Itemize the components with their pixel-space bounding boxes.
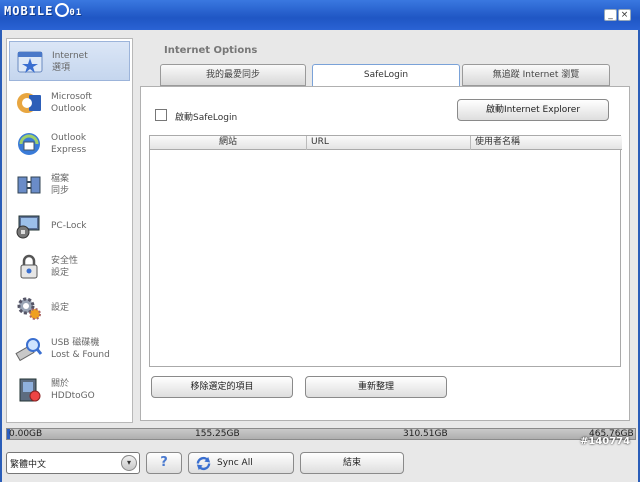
sidebar-item-label: Microsoft — [51, 92, 92, 102]
close-button[interactable]: × — [618, 9, 631, 21]
security-lock-icon — [20, 254, 38, 279]
sync-arrows-icon — [196, 456, 211, 471]
storage-usage-bar: 0.00GB 155.25GB 310.51GB 465.76GB — [6, 428, 636, 440]
language-value: 繁體中文 — [10, 460, 47, 470]
internet-star-icon — [17, 51, 43, 73]
launch-ie-button[interactable]: 啟動Internet Explorer — [457, 99, 609, 121]
sidebar-item-label: 關於 — [51, 379, 70, 389]
sidebar: Internet 選項 Microsoft Outlook Outlook Ex… — [6, 38, 133, 423]
settings-gear-icon — [17, 297, 41, 320]
sidebar-item-label: Express — [51, 145, 87, 155]
tab-private-browsing[interactable]: 無追蹤 Internet 瀏覽 — [462, 64, 610, 86]
help-icon: ? — [160, 455, 168, 470]
sync-all-button[interactable]: Sync All — [188, 452, 294, 474]
file-sync-icon — [17, 176, 41, 194]
main-window: Internet 選項 Microsoft Outlook Outlook Ex… — [0, 30, 640, 482]
sidebar-item-label: HDDtoGO — [51, 391, 95, 401]
outlook-express-icon — [18, 133, 40, 155]
logo-text: MOBILE — [4, 4, 54, 18]
image-watermark: #140774 — [580, 436, 631, 447]
sidebar-item-security[interactable]: 安全性 設定 — [9, 247, 130, 287]
sidebar-item-label: 同步 — [51, 186, 70, 196]
sidebar-item-usb-lost-found[interactable]: USB 磁碟機 Lost & Found — [9, 329, 130, 369]
sidebar-item-about[interactable]: 關於 HDDtoGO — [9, 370, 130, 410]
sidebar-item-label: Outlook — [51, 104, 87, 114]
sidebar-item-label: PC-Lock — [51, 221, 87, 231]
sidebar-item-label: 檔案 — [51, 174, 70, 184]
logo-suffix: 01 — [69, 8, 83, 18]
enable-safelogin-label: 啟動SafeLogin — [175, 113, 238, 123]
outlook-icon — [17, 93, 41, 113]
sidebar-item-label: 選項 — [52, 63, 71, 73]
logo-ring-icon — [55, 3, 70, 17]
reorganize-button[interactable]: 重新整理 — [305, 376, 447, 398]
sidebar-item-label: 設定 — [51, 268, 70, 278]
pc-lock-icon — [16, 215, 40, 239]
storage-label-min: 0.00GB — [9, 429, 43, 439]
sidebar-item-settings[interactable]: 設定 — [9, 288, 130, 328]
sidebar-item-label: Lost & Found — [51, 350, 110, 360]
sidebar-item-outlook-express[interactable]: Outlook Express — [9, 124, 130, 164]
tab-bar: 我的最愛同步 SafeLogin 無追蹤 Internet 瀏覽 — [160, 64, 616, 87]
sidebar-item-pc-lock[interactable]: PC-Lock — [9, 206, 130, 246]
sidebar-item-internet[interactable]: Internet 選項 — [9, 41, 130, 81]
sidebar-item-file-sync[interactable]: 檔案 同步 — [9, 165, 130, 205]
enable-safelogin-checkbox[interactable] — [155, 109, 167, 121]
storage-label-third: 155.25GB — [195, 429, 240, 439]
sidebar-item-label: 設定 — [51, 303, 70, 313]
page-title: Internet Options — [164, 45, 258, 56]
sync-all-label: Sync All — [217, 458, 253, 468]
tab-favorites-sync[interactable]: 我的最愛同步 — [160, 64, 306, 86]
help-button[interactable]: ? — [146, 452, 182, 474]
sidebar-item-label: 安全性 — [51, 256, 79, 266]
content-area: Internet Options 我的最愛同步 SafeLogin 無追蹤 In… — [138, 38, 632, 423]
sidebar-item-label: USB 磁碟機 — [51, 338, 100, 348]
login-table[interactable]: 網站 URL 使用者名稱 — [149, 135, 622, 367]
about-icon — [19, 378, 41, 402]
title-bar: MOBILE 01 _ × — [0, 0, 640, 30]
column-header-website[interactable]: 網站 — [150, 136, 307, 150]
safelogin-panel: 啟動SafeLogin 啟動Internet Explorer 網站 URL 使… — [140, 86, 630, 421]
column-header-username[interactable]: 使用者名稱 — [471, 136, 622, 150]
column-header-url[interactable]: URL — [307, 136, 471, 150]
language-select[interactable]: 繁體中文 ▾ — [6, 452, 140, 474]
table-header: 網站 URL 使用者名稱 — [150, 136, 622, 150]
bottom-bar: 繁體中文 ▾ ? Sync All 結束 — [2, 444, 638, 482]
app-logo: MOBILE 01 — [4, 3, 82, 18]
minimize-button[interactable]: _ — [604, 9, 617, 21]
storage-label-two-thirds: 310.51GB — [403, 429, 448, 439]
tab-safelogin[interactable]: SafeLogin — [312, 64, 460, 87]
sidebar-item-microsoft-outlook[interactable]: Microsoft Outlook — [9, 83, 130, 123]
exit-button[interactable]: 結束 — [300, 452, 404, 474]
remove-selected-button[interactable]: 移除選定的項目 — [151, 376, 293, 398]
sidebar-item-label: Internet — [52, 51, 88, 61]
sidebar-item-label: Outlook — [51, 133, 87, 143]
chevron-down-icon[interactable]: ▾ — [121, 455, 137, 471]
usb-search-icon — [15, 338, 43, 362]
